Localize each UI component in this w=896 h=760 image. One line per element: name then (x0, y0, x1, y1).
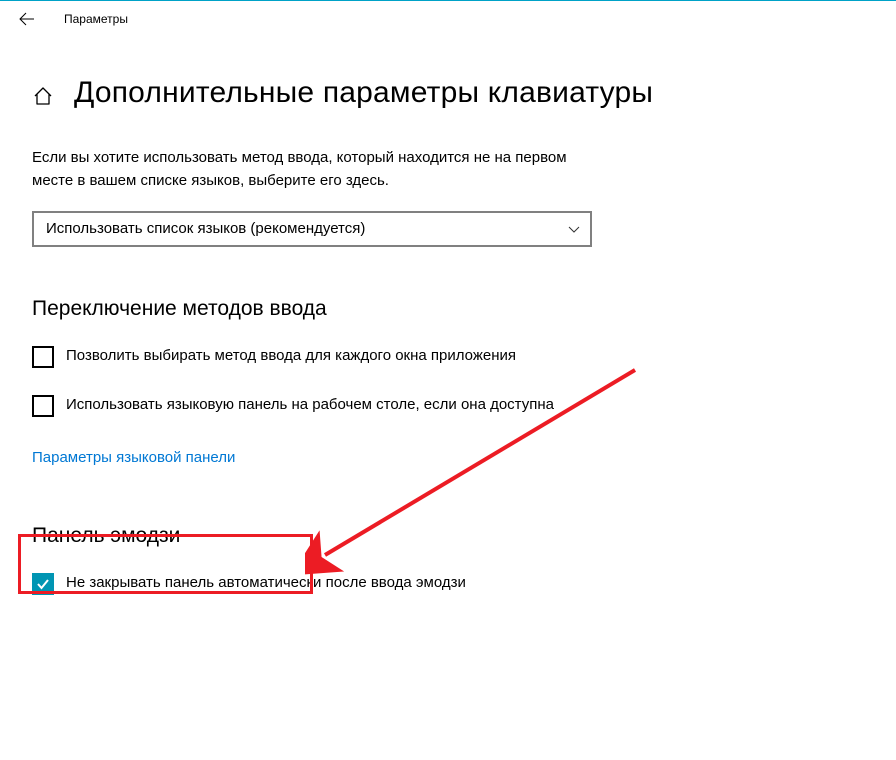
checkbox-langbar[interactable] (32, 395, 54, 417)
content-area: Дополнительные параметры клавиатуры Если… (0, 36, 896, 595)
checkbox-row-emoji: Не закрывать панель автоматически после … (32, 572, 612, 595)
checkbox-row-per-window: Позволить выбирать метод ввода для каждо… (32, 345, 612, 368)
arrow-left-icon (19, 11, 35, 27)
dropdown-selected-text: Использовать список языков (рекомендуетс… (46, 220, 365, 237)
header-row: Дополнительные параметры клавиатуры (32, 76, 864, 110)
input-method-dropdown[interactable]: Использовать список языков (рекомендуетс… (32, 211, 592, 247)
checkmark-icon (35, 576, 51, 592)
titlebar: Параметры (0, 0, 896, 36)
checkbox-langbar-label: Использовать языковую панель на рабочем … (66, 394, 554, 417)
language-bar-options-link[interactable]: Параметры языковой панели (32, 443, 235, 472)
checkbox-per-window-label: Позволить выбирать метод ввода для каждо… (66, 345, 516, 368)
switching-section-heading: Переключение методов ввода (32, 297, 864, 321)
home-icon (32, 85, 54, 107)
emoji-section-heading: Панель эмодзи (32, 524, 864, 548)
checkbox-row-langbar: Использовать языковую панель на рабочем … (32, 394, 612, 417)
chevron-down-icon (568, 223, 580, 235)
description-text: Если вы хотите использовать метод ввода,… (32, 146, 592, 193)
home-button[interactable] (32, 85, 54, 107)
checkbox-emoji-label: Не закрывать панель автоматически после … (66, 572, 466, 595)
titlebar-title: Параметры (64, 12, 128, 26)
page-title: Дополнительные параметры клавиатуры (74, 76, 653, 110)
back-button[interactable] (18, 10, 36, 28)
checkbox-emoji-autoclose[interactable] (32, 573, 54, 595)
checkbox-per-window[interactable] (32, 346, 54, 368)
